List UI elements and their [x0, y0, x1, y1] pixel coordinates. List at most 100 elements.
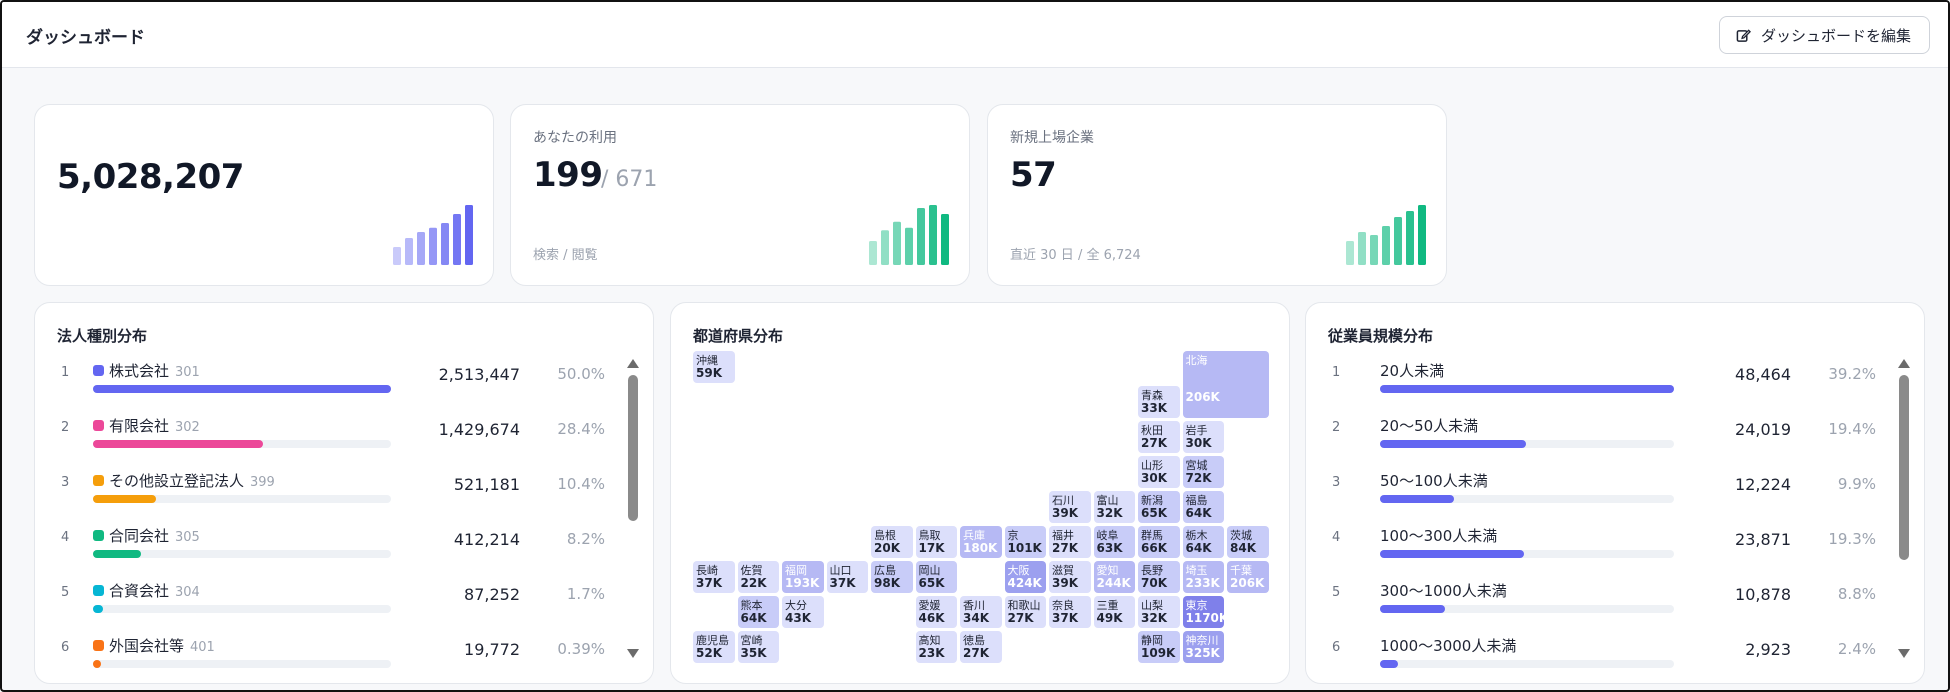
- employee-size-row[interactable]: 4 100〜300人未満 23,871 19.3%: [1324, 520, 1886, 575]
- scroll-up-icon[interactable]: [627, 359, 639, 368]
- employee-size-name: 300〜1000人未満: [1380, 582, 1507, 600]
- prefecture-tile[interactable]: 山梨 32K: [1138, 596, 1180, 628]
- prefecture-tile[interactable]: 島根 20K: [871, 526, 913, 558]
- corp-type-label: 合同会社: [109, 527, 170, 545]
- prefecture-value: 233K: [1185, 576, 1220, 590]
- color-swatch: [93, 585, 104, 596]
- prefecture-value: 20K: [874, 541, 900, 555]
- corp-type-row[interactable]: 2 有限会社 302 1,429,674 28.4%: [53, 410, 615, 465]
- color-swatch: [93, 640, 104, 651]
- dashboard-window: ダッシュボード ダッシュボードを編集 5,028,207 あなたの利用 199 …: [0, 0, 1950, 692]
- prefecture-tile[interactable]: 長野 70K: [1138, 561, 1180, 593]
- scroll-thumb[interactable]: [1899, 375, 1909, 560]
- prefecture-value: 109K: [1141, 646, 1176, 660]
- prefecture-tile[interactable]: 茨城 84K: [1227, 526, 1269, 558]
- prefecture-tile[interactable]: 和歌山 27K: [1004, 596, 1046, 628]
- prefecture-tile[interactable]: 富山 32K: [1093, 491, 1135, 523]
- prefecture-tile[interactable]: 福井 27K: [1049, 526, 1091, 558]
- prefecture-tile[interactable]: 千葉 206K: [1227, 561, 1269, 593]
- prefecture-value: 39K: [1052, 506, 1078, 520]
- corp-type-count: 412,214: [453, 530, 520, 549]
- prefecture-tile[interactable]: 高知 23K: [915, 631, 957, 663]
- prefecture-tile[interactable]: 広島 98K: [871, 561, 913, 593]
- prefecture-tile[interactable]: 大分 43K: [782, 596, 824, 628]
- prefecture-tile[interactable]: 奈良 37K: [1049, 596, 1091, 628]
- prefecture-tile-map: 沖縄 59K 北海 206K 青森 33K 秋田 27K 岩手 30K 山形 30K 宮城 72K 石川 39…: [671, 303, 1289, 666]
- mini-bar: [441, 223, 449, 265]
- employee-size-list: 1 20人未満 48,464 39.2% 2 20〜50人未満 24,019 1…: [1324, 355, 1886, 683]
- prefecture-tile[interactable]: 滋賀 39K: [1049, 561, 1091, 593]
- employee-size-row[interactable]: 2 20〜50人未満 24,019 19.4%: [1324, 410, 1886, 465]
- mini-bar: [905, 227, 913, 265]
- prefecture-tile[interactable]: 青森 33K: [1138, 386, 1180, 418]
- scroll-down-icon[interactable]: [627, 649, 639, 658]
- prefecture-tile[interactable]: 埼玉 233K: [1182, 561, 1224, 593]
- prefecture-tile[interactable]: 栃木 64K: [1182, 526, 1224, 558]
- corp-type-row[interactable]: 3 その他設立登記法人 399 521,181 10.4%: [53, 465, 615, 520]
- prefecture-tile[interactable]: 福島 64K: [1182, 491, 1224, 523]
- prefecture-tile[interactable]: 宮崎 35K: [737, 631, 779, 663]
- prefecture-tile[interactable]: 愛媛 46K: [915, 596, 957, 628]
- share-bar-fill: [93, 550, 141, 558]
- prefecture-tile[interactable]: 熊本 64K: [737, 596, 779, 628]
- corp-type-row[interactable]: 4 合同会社 305 412,214 8.2%: [53, 520, 615, 575]
- employee-size-row[interactable]: 3 50〜100人未満 12,224 9.9%: [1324, 465, 1886, 520]
- prefecture-tile[interactable]: 新潟 65K: [1138, 491, 1180, 523]
- prefecture-tile[interactable]: 東京 1170K: [1182, 596, 1228, 628]
- prefecture-tile[interactable]: 長崎 37K: [693, 561, 735, 593]
- prefecture-value: 70K: [1141, 576, 1167, 590]
- corp-type-row[interactable]: 5 合資会社 304 87,252 1.7%: [53, 575, 615, 630]
- scroll-down-icon[interactable]: [1898, 649, 1910, 658]
- prefecture-tile[interactable]: 北海 206K: [1182, 351, 1269, 418]
- scroll-thumb[interactable]: [628, 375, 638, 521]
- corp-scrollbar[interactable]: [627, 359, 639, 659]
- employee-scrollbar[interactable]: [1898, 359, 1910, 659]
- scroll-up-icon[interactable]: [1898, 359, 1910, 368]
- prefecture-tile[interactable]: 兵庫 180K: [960, 526, 1002, 558]
- stat-card-new-listings: 新規上場企業 57 直近 30 日 / 全 6,724: [987, 104, 1447, 286]
- rank-number: 6: [61, 640, 70, 655]
- prefecture-tile[interactable]: 宮城 72K: [1182, 456, 1224, 488]
- employee-size-row[interactable]: 1 20人未満 48,464 39.2%: [1324, 355, 1886, 410]
- prefecture-tile[interactable]: 神奈川 325K: [1182, 631, 1224, 663]
- prefecture-tile[interactable]: 京 101K: [1004, 526, 1046, 558]
- rank-number: 4: [1332, 530, 1341, 545]
- prefecture-tile[interactable]: 山形 30K: [1138, 456, 1180, 488]
- employee-size-count: 10,878: [1735, 585, 1791, 604]
- prefecture-value: 43K: [785, 611, 811, 625]
- prefecture-tile[interactable]: 徳島 27K: [960, 631, 1002, 663]
- prefecture-tile[interactable]: 石川 39K: [1049, 491, 1091, 523]
- corp-type-row[interactable]: 1 株式会社 301 2,513,447 50.0%: [53, 355, 615, 410]
- employee-size-row[interactable]: 5 300〜1000人未満 10,878 8.8%: [1324, 575, 1886, 630]
- prefecture-tile[interactable]: 岡山 65K: [915, 561, 957, 593]
- corp-type-row[interactable]: 6 外国会社等 401 19,772 0.39%: [53, 630, 615, 683]
- prefecture-tile[interactable]: 秋田 27K: [1138, 421, 1180, 453]
- prefecture-tile[interactable]: 佐賀 22K: [737, 561, 779, 593]
- stat-new-value: 57: [1010, 155, 1057, 195]
- share-bar-fill: [93, 495, 156, 503]
- prefecture-tile[interactable]: 鹿児島 52K: [693, 631, 735, 663]
- prefecture-value: 46K: [918, 611, 945, 625]
- share-bar-track: [93, 440, 391, 448]
- prefecture-tile[interactable]: 鳥取 17K: [915, 526, 957, 558]
- prefecture-value: 325K: [1185, 646, 1220, 660]
- share-bar-track: [93, 550, 391, 558]
- prefecture-tile[interactable]: 愛知 244K: [1093, 561, 1135, 593]
- corp-type-code: 301: [175, 365, 200, 380]
- rank-number: 1: [61, 365, 70, 380]
- edit-dashboard-button[interactable]: ダッシュボードを編集: [1718, 16, 1930, 54]
- prefecture-tile[interactable]: 静岡 109K: [1138, 631, 1180, 663]
- prefecture-tile[interactable]: 岩手 30K: [1182, 421, 1224, 453]
- prefecture-tile[interactable]: 山口 37K: [826, 561, 868, 593]
- prefecture-tile[interactable]: 大阪 424K: [1004, 561, 1046, 593]
- prefecture-tile[interactable]: 福岡 193K: [782, 561, 824, 593]
- corp-type-label: 株式会社: [109, 362, 170, 380]
- rank-number: 3: [61, 475, 70, 490]
- prefecture-tile[interactable]: 沖縄 59K: [693, 351, 735, 383]
- prefecture-tile[interactable]: 群馬 66K: [1138, 526, 1180, 558]
- employee-size-row[interactable]: 6 1000〜3000人未満 2,923 2.4%: [1324, 630, 1886, 683]
- prefecture-panel: 都道府県分布 沖縄 59K 北海 206K 青森 33K 秋田 27K 岩手 30K 山形 30K 宮城…: [670, 302, 1290, 684]
- prefecture-tile[interactable]: 岐阜 63K: [1093, 526, 1135, 558]
- prefecture-tile[interactable]: 三重 49K: [1093, 596, 1135, 628]
- prefecture-tile[interactable]: 香川 34K: [960, 596, 1002, 628]
